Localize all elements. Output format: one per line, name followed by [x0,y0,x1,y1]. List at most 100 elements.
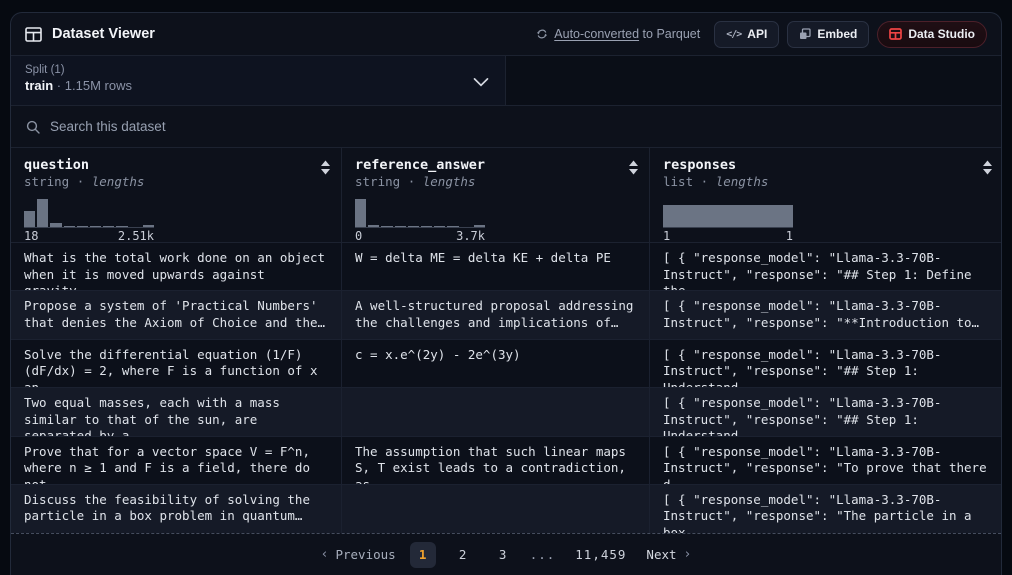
cell-reference-answer[interactable]: W = delta ME = delta KE + delta PE [341,243,649,290]
page-button-2[interactable]: 2 [450,542,476,568]
table-row[interactable]: What is the total work done on an object… [11,243,1001,291]
page-button-1[interactable]: 1 [410,542,436,568]
split-row-count: 1.15M rows [65,78,132,93]
histogram-bar [368,225,379,227]
cell-question[interactable]: What is the total work done on an object… [11,243,341,290]
chevron-down-icon [473,77,489,86]
split-row: Split (1) train · 1.15M rows [11,56,1001,106]
histogram-bar [50,223,61,227]
cell-question[interactable]: Discuss the feasibility of solving the p… [11,485,341,533]
code-icon: </> [726,29,741,40]
chevron-left-icon: ‹ [321,547,329,562]
data-studio-grid-icon [889,28,902,40]
search-bar[interactable]: Search this dataset [11,106,1001,148]
table-header: question string · lengths 182.51k refere… [11,148,1001,243]
histogram-bar [143,225,154,227]
cell-reference-answer[interactable] [341,485,649,533]
cell-responses[interactable]: [ { "response_model": "Llama-3.3-70B-Ins… [649,340,1002,387]
histogram-bar [408,226,419,228]
split-value: train · 1.15M rows [25,78,491,93]
data-studio-button[interactable]: Data Studio [877,21,987,48]
histogram-bar [64,226,75,228]
table-row[interactable]: Propose a system of 'Practical Numbers' … [11,291,1001,339]
viewer-header: Dataset Viewer Auto-converted to Parquet… [11,13,1001,56]
cell-responses[interactable]: [ { "response_model": "Llama-3.3-70B-Ins… [649,485,1002,533]
column-header-question[interactable]: question string · lengths 182.51k [11,148,341,242]
histogram-bar [434,226,445,228]
histogram-bar [77,226,88,228]
histogram-bar [421,226,432,228]
column-name: responses [663,157,991,173]
split-separator: · [57,78,61,93]
embed-button[interactable]: Embed [787,21,869,48]
cell-reference-answer[interactable]: c = x.e^(2y) - 2e^(3y) [341,340,649,387]
to-parquet-label: to Parquet [643,27,701,41]
hist-min-label: 1 [663,229,670,243]
auto-converted-note: Auto-converted to Parquet [536,27,700,41]
pagination: ‹ Previous 1 2 3 ... 11,459 Next › [11,533,1001,575]
hist-max-label: 1 [786,229,793,243]
header-actions: Auto-converted to Parquet </> API Embed [536,21,987,48]
length-histogram: 18 2.51k [24,198,154,243]
cell-question[interactable]: Two equal masses, each with a mass simil… [11,388,341,435]
length-histogram: 11 [663,198,793,243]
column-type: string · lengths [355,174,637,190]
auto-converted-link[interactable]: Auto-converted [554,27,639,41]
histogram-bar [381,226,392,228]
cell-responses[interactable]: [ { "response_model": "Llama-3.3-70B-Ins… [649,291,1002,338]
table-row[interactable]: Two equal masses, each with a mass simil… [11,388,1001,436]
hist-max-label: 2.51k [118,229,154,243]
previous-button[interactable]: ‹ Previous [321,547,396,562]
sort-icon[interactable] [320,160,331,175]
column-header-reference-answer[interactable]: reference_answer string · lengths 0 3.7k [341,148,649,242]
histogram-bar [24,211,35,227]
table-row[interactable]: Discuss the feasibility of solving the p… [11,485,1001,533]
histogram-bar [90,226,101,228]
column-type: string · lengths [24,174,329,190]
api-button[interactable]: </> API [714,21,779,48]
split-row-spacer [506,56,1001,105]
sync-icon [536,28,548,40]
column-name: reference_answer [355,157,637,173]
table-body: What is the total work done on an object… [11,243,1001,533]
histogram-bar [447,226,458,228]
histogram-bar [103,226,114,228]
cell-responses[interactable]: [ { "response_model": "Llama-3.3-70B-Ins… [649,437,1002,484]
cell-responses[interactable]: [ { "response_model": "Llama-3.3-70B-Ins… [649,243,1002,290]
cell-question[interactable]: Prove that for a vector space V = F^n, w… [11,437,341,484]
split-selector[interactable]: Split (1) train · 1.15M rows [11,56,506,105]
table-row[interactable]: Solve the differential equation (1/F) (d… [11,340,1001,388]
histogram-bar [355,199,366,227]
histogram-bar [116,226,127,228]
cell-reference-answer[interactable]: The assumption that such linear maps S, … [341,437,649,484]
sort-icon[interactable] [982,160,993,175]
cell-reference-answer[interactable] [341,388,649,435]
hist-min-label: 18 [24,229,38,243]
table-grid-icon [25,27,42,42]
cell-question[interactable]: Propose a system of 'Practical Numbers' … [11,291,341,338]
split-name: train [25,78,53,93]
histogram-bar [663,205,793,227]
embed-icon [799,28,811,40]
column-header-responses[interactable]: responses list · lengths 11 [649,148,1002,242]
histogram-bar [395,226,406,228]
table-row[interactable]: Prove that for a vector space V = F^n, w… [11,437,1001,485]
cell-question[interactable]: Solve the differential equation (1/F) (d… [11,340,341,387]
histogram-bar [37,199,48,227]
next-button[interactable]: Next › [646,547,691,562]
page-title: Dataset Viewer [52,26,155,42]
search-icon [26,120,40,134]
page-button-last[interactable]: 11,459 [569,542,632,568]
hist-min-label: 0 [355,229,362,243]
page-button-3[interactable]: 3 [490,542,516,568]
length-histogram: 0 3.7k [355,198,485,243]
cell-reference-answer[interactable]: A well-structured proposal addressing th… [341,291,649,338]
search-input[interactable]: Search this dataset [50,119,166,134]
hist-max-label: 3.7k [456,229,485,243]
chevron-right-icon: › [684,547,692,562]
split-label: Split (1) [25,64,491,76]
histogram-bar [474,225,485,227]
column-type: list · lengths [663,174,991,190]
cell-responses[interactable]: [ { "response_model": "Llama-3.3-70B-Ins… [649,388,1002,435]
sort-icon[interactable] [628,160,639,175]
